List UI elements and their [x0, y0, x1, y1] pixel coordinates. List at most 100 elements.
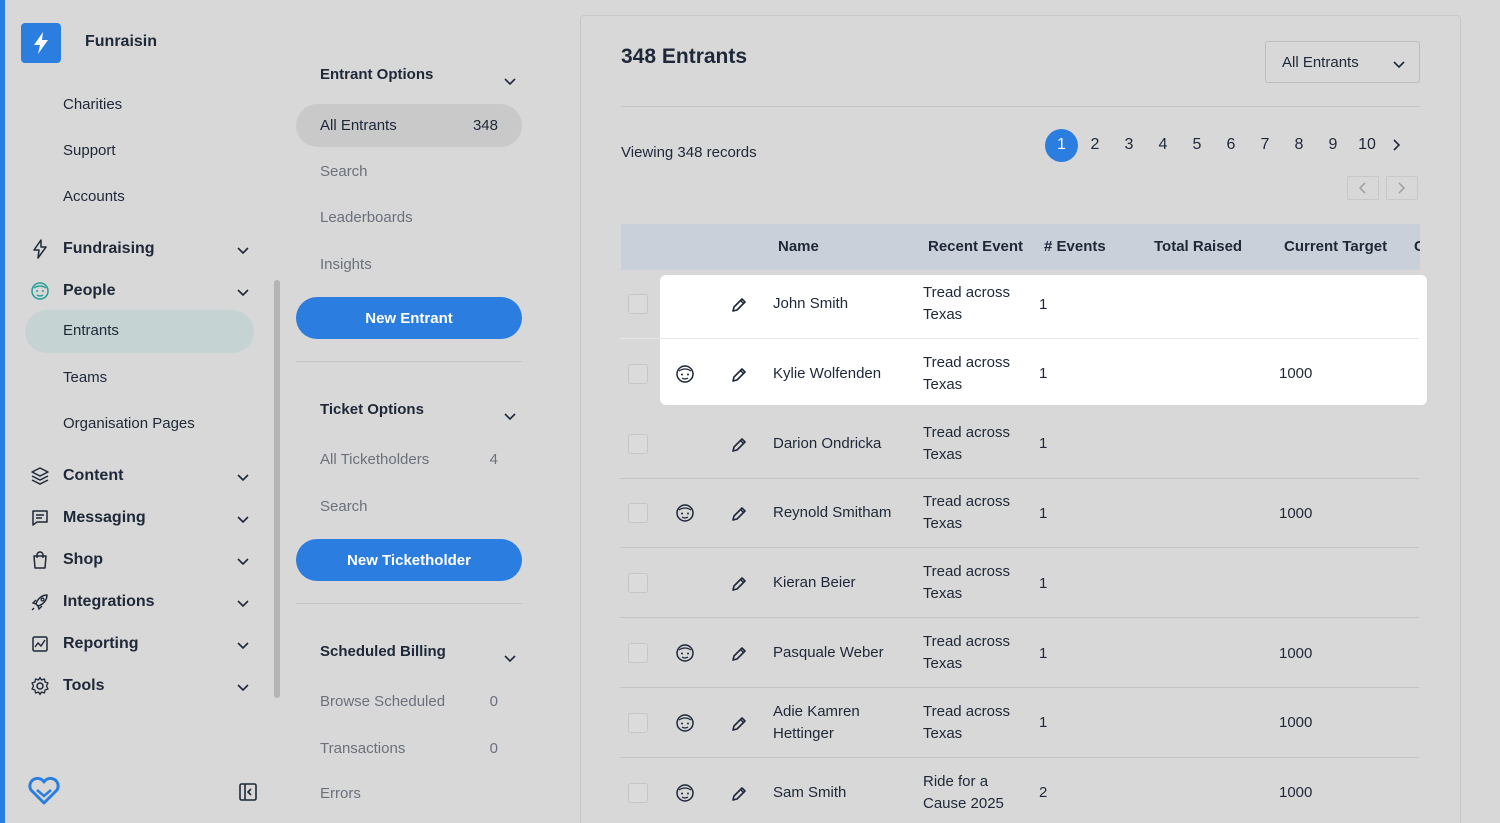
- table-row[interactable]: Darion Ondricka Tread across Texas 1: [620, 409, 1419, 479]
- column-header-total-raised[interactable]: Total Raised: [1154, 238, 1242, 255]
- collapse-sidebar-icon[interactable]: [238, 782, 258, 807]
- sidebar-item-organisation-pages[interactable]: Organisation Pages: [63, 415, 195, 432]
- entrant-name[interactable]: John Smith: [773, 269, 913, 339]
- recent-event: Tread across Texas: [923, 563, 1010, 603]
- chevron-down-icon[interactable]: [504, 73, 516, 91]
- row-checkbox[interactable]: [628, 294, 648, 314]
- entrant-name[interactable]: Sam Smith: [773, 758, 913, 823]
- column-header-clipped[interactable]: C: [1414, 238, 1420, 255]
- sidebar-section-integrations[interactable]: Integrations: [25, 589, 255, 615]
- page-5[interactable]: 5: [1180, 128, 1214, 162]
- sidebar-item-charities[interactable]: Charities: [63, 96, 122, 113]
- row-checkbox[interactable]: [628, 712, 648, 733]
- row-checkbox[interactable]: [628, 573, 648, 594]
- face-icon: [675, 713, 695, 738]
- sidebar-item-accounts[interactable]: Accounts: [63, 188, 125, 205]
- page-8[interactable]: 8: [1282, 128, 1316, 162]
- edit-icon[interactable]: [730, 296, 748, 319]
- row-checkbox[interactable]: [628, 782, 648, 803]
- new-ticketholder-button[interactable]: New Ticketholder: [296, 539, 522, 581]
- message-icon: [30, 508, 50, 528]
- panel-item-all-entrants[interactable]: All Entrants 348: [296, 104, 522, 147]
- scroll-left-icon[interactable]: [1347, 176, 1379, 200]
- edit-icon[interactable]: [730, 575, 748, 598]
- select-value: All Entrants: [1282, 53, 1359, 71]
- scheduled-billing-title[interactable]: Scheduled Billing: [320, 643, 446, 660]
- panel-item-browse-scheduled[interactable]: Browse Scheduled 0: [320, 693, 498, 710]
- table-row[interactable]: John Smith Tread across Texas 1: [620, 269, 1419, 339]
- new-entrant-button[interactable]: New Entrant: [296, 297, 522, 339]
- funraisin-logo-icon[interactable]: [21, 23, 61, 63]
- entrant-name[interactable]: Adie Kamren Hettinger: [773, 688, 913, 758]
- face-icon: [675, 503, 695, 528]
- table-row[interactable]: Kylie Wolfenden Tread across Texas 1 1000: [620, 339, 1419, 409]
- events-count: 1: [1039, 365, 1048, 383]
- panel-item-errors[interactable]: Errors: [320, 785, 498, 802]
- page-1[interactable]: 1: [1045, 128, 1078, 162]
- row-checkbox[interactable]: [628, 433, 648, 454]
- sidebar-item-support[interactable]: Support: [63, 142, 116, 159]
- table-row[interactable]: Pasquale Weber Tread across Texas 1 1000: [620, 618, 1419, 688]
- column-header-name[interactable]: Name: [778, 238, 819, 255]
- table-row[interactable]: Reynold Smitham Tread across Texas 1 1000: [620, 478, 1419, 549]
- column-header-current-target[interactable]: Current Target: [1284, 238, 1387, 255]
- panel-item-insights[interactable]: Insights: [320, 256, 498, 273]
- sidebar-section-reporting[interactable]: Reporting: [25, 631, 255, 657]
- row-checkbox[interactable]: [628, 643, 648, 663]
- column-header-recent-event[interactable]: Recent Event: [928, 238, 1023, 255]
- sidebar-section-fundraising[interactable]: Fundraising: [25, 236, 255, 262]
- chevron-down-icon: [237, 637, 249, 655]
- chevron-right-icon[interactable]: [1384, 139, 1410, 151]
- panel-item-label: Browse Scheduled: [320, 693, 446, 710]
- page-7[interactable]: 7: [1248, 128, 1282, 162]
- page-4[interactable]: 4: [1146, 128, 1180, 162]
- page-9[interactable]: 9: [1316, 128, 1350, 162]
- panel-item-leaderboards[interactable]: Leaderboards: [320, 209, 498, 226]
- chevron-down-icon[interactable]: [504, 650, 516, 668]
- sidebar-section-messaging[interactable]: Messaging: [25, 505, 255, 531]
- sidebar-section-label: Integrations: [63, 593, 155, 610]
- edit-icon[interactable]: [730, 645, 748, 668]
- panel-item-transactions[interactable]: Transactions 0: [320, 740, 498, 757]
- entrant-name[interactable]: Reynold Smitham: [773, 478, 913, 548]
- panel-item-ticket-search[interactable]: Search: [320, 498, 498, 515]
- sidebar-section-tools[interactable]: Tools: [25, 673, 255, 699]
- page-10[interactable]: 10: [1350, 128, 1384, 162]
- entrant-name[interactable]: Darion Ondricka: [773, 409, 913, 479]
- heart-icon[interactable]: [27, 776, 61, 811]
- scroll-right-icon[interactable]: [1386, 176, 1418, 200]
- events-count: 2: [1039, 784, 1048, 802]
- sidebar-item-entrants[interactable]: Entrants: [63, 322, 119, 339]
- ticket-options-title[interactable]: Ticket Options: [320, 401, 424, 418]
- edit-icon[interactable]: [730, 785, 748, 808]
- table-row[interactable]: Adie Kamren Hettinger Tread across Texas 1…: [620, 688, 1419, 758]
- edit-icon[interactable]: [730, 715, 748, 738]
- shopping-bag-icon: [30, 550, 50, 570]
- entrant-options-title[interactable]: Entrant Options: [320, 66, 433, 83]
- chevron-down-icon: [237, 553, 249, 571]
- page-3[interactable]: 3: [1112, 128, 1146, 162]
- entrant-filter-select[interactable]: All Entrants: [1265, 41, 1420, 83]
- page-6[interactable]: 6: [1214, 128, 1248, 162]
- entrant-name[interactable]: Pasquale Weber: [773, 618, 913, 688]
- panel-item-all-ticketholders[interactable]: All Ticketholders 4: [320, 451, 498, 468]
- chevron-down-icon[interactable]: [504, 408, 516, 426]
- table-row[interactable]: Sam Smith Ride for a Cause 2025 2 1000: [620, 758, 1419, 823]
- panel-item-search[interactable]: Search: [320, 163, 498, 180]
- panel-item-label: All Ticketholders: [320, 451, 430, 468]
- row-checkbox[interactable]: [628, 363, 648, 384]
- recent-event: Tread across Texas: [923, 493, 1010, 533]
- sidebar-section-content[interactable]: Content: [25, 463, 255, 489]
- entrant-name[interactable]: Kieran Beier: [773, 548, 913, 618]
- entrant-name[interactable]: Kylie Wolfenden: [773, 339, 913, 409]
- sidebar-item-teams[interactable]: Teams: [63, 369, 107, 386]
- sidebar-section-people[interactable]: People: [25, 278, 255, 304]
- page-2[interactable]: 2: [1078, 128, 1112, 162]
- column-header-events[interactable]: # Events: [1044, 238, 1106, 255]
- table-row[interactable]: Kieran Beier Tread across Texas 1: [620, 548, 1419, 619]
- row-checkbox[interactable]: [628, 503, 648, 524]
- edit-icon[interactable]: [730, 436, 748, 459]
- edit-icon[interactable]: [730, 505, 748, 528]
- edit-icon[interactable]: [730, 366, 748, 389]
- sidebar-section-shop[interactable]: Shop: [25, 547, 255, 573]
